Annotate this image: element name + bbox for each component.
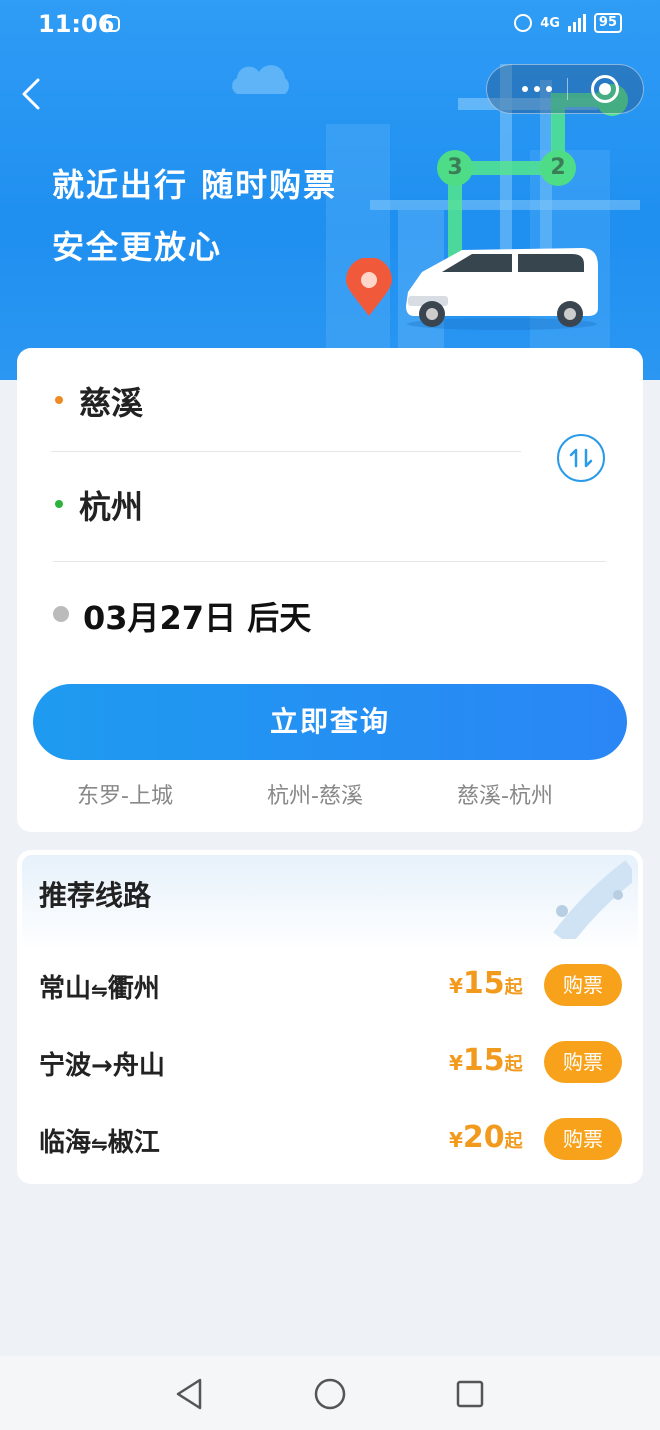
price-suffix: 起: [504, 1131, 523, 1152]
buy-ticket-button[interactable]: 购票: [544, 1041, 622, 1083]
travel-date[interactable]: 03月27日 后天: [83, 593, 311, 639]
back-icon[interactable]: [16, 74, 50, 114]
search-button[interactable]: 立即查询: [33, 684, 627, 760]
route-price: ¥15起: [449, 1043, 523, 1078]
currency: ¥: [449, 1051, 463, 1075]
history-route[interactable]: 慈溪-杭州: [457, 778, 553, 810]
price-value: 15: [462, 966, 505, 1001]
route-arrow: ⇋: [91, 1132, 108, 1156]
route-marker-2: 2: [540, 150, 576, 186]
price-suffix: 起: [504, 1054, 523, 1075]
alarm-icon: [514, 14, 533, 32]
more-icon[interactable]: [509, 65, 565, 113]
route-price: ¥20起: [449, 1120, 523, 1155]
status-icons: 4G 95: [514, 13, 622, 33]
route-from: 临海: [39, 1128, 92, 1158]
to-dot: [55, 500, 63, 508]
van-illustration: [406, 248, 598, 330]
network-type: 4G: [540, 15, 560, 31]
history-route[interactable]: 东罗-上城: [77, 778, 173, 810]
close-miniprogram-icon[interactable]: [591, 75, 619, 103]
from-city[interactable]: 慈溪: [79, 378, 143, 424]
route-label: 宁波→舟山: [39, 1045, 165, 1082]
to-city[interactable]: 杭州: [79, 482, 143, 528]
route-to: 舟山: [112, 1051, 165, 1081]
route-arrow: ⇋: [91, 978, 108, 1002]
history-route[interactable]: 杭州-慈溪: [267, 778, 363, 810]
battery-level: 95: [593, 13, 622, 33]
currency: ¥: [449, 974, 463, 998]
route-price: ¥15起: [449, 966, 523, 1001]
recommend-title: 推荐线路: [39, 879, 152, 912]
price-value: 15: [462, 1043, 505, 1078]
swap-cities-button[interactable]: [557, 434, 605, 482]
location-pin-icon: [346, 258, 392, 316]
nav-back-icon[interactable]: [174, 1378, 204, 1410]
status-bar: 11:06 4G 95: [0, 0, 660, 50]
divider: [53, 561, 606, 562]
route-arrow: →: [91, 1051, 113, 1081]
clock-icon: [53, 606, 69, 622]
nav-recents-icon[interactable]: [455, 1379, 485, 1409]
recommend-card: 推荐线路 常山⇋衢州 ¥15起 购票 宁波→舟山 ¥15起 购票 临海⇋椒江 ¥…: [17, 850, 643, 1184]
price-suffix: 起: [504, 977, 523, 998]
app-notification-icon: [104, 16, 120, 32]
capsule-divider: [567, 78, 568, 100]
from-dot: [55, 396, 63, 404]
route-label: 临海⇋椒江: [39, 1122, 160, 1159]
route-to: 椒江: [107, 1128, 160, 1158]
route-label: 常山⇋衢州: [39, 968, 160, 1005]
route-marker-2-label: 2: [550, 155, 566, 180]
route-marker-3: 3: [437, 150, 473, 186]
buy-ticket-button[interactable]: 购票: [544, 964, 622, 1006]
buy-ticket-button[interactable]: 购票: [544, 1118, 622, 1160]
miniprogram-capsule: [486, 64, 644, 114]
road-icon: [553, 860, 632, 939]
currency: ¥: [449, 1128, 463, 1152]
slogan-line2: 安全更放心: [52, 228, 223, 266]
slogan-line1: 就近出行 随时购票: [52, 166, 338, 204]
route-from: 宁波: [39, 1051, 92, 1081]
divider: [51, 451, 521, 452]
search-card: 慈溪 杭州 03月27日 后天 立即查询 东罗-上城 杭州-慈溪 慈溪-杭州: [17, 348, 643, 832]
nav-home-icon[interactable]: [314, 1378, 346, 1410]
status-time: 11:06: [38, 10, 115, 38]
system-nav-bar: [0, 1356, 660, 1430]
route-from: 常山: [39, 974, 92, 1004]
swap-icon: [569, 448, 593, 468]
signal-icon: [567, 14, 586, 32]
route-to: 衢州: [107, 974, 160, 1004]
price-value: 20: [462, 1120, 505, 1155]
route-marker-3-label: 3: [447, 155, 463, 180]
